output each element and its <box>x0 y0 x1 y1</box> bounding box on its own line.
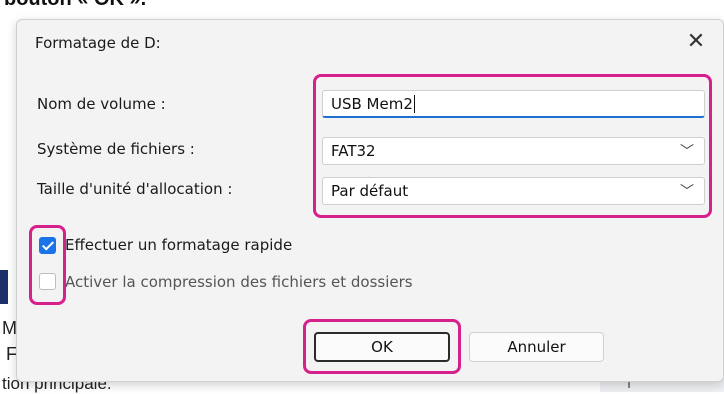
file-system-select[interactable]: FAT32 ﹀ <box>322 137 705 165</box>
volume-name-input[interactable]: USB Mem2 <box>322 90 705 118</box>
background-window-strip <box>0 270 8 304</box>
allocation-size-value: Par défaut <box>331 182 409 200</box>
cancel-button[interactable]: Annuler <box>469 332 604 362</box>
allocation-size-select[interactable]: Par défaut ﹀ <box>322 177 705 205</box>
close-button[interactable]: ✕ <box>683 28 709 54</box>
file-system-value: FAT32 <box>331 142 376 160</box>
format-dialog: Formatage de D: ✕ Nom de volume : USB Me… <box>16 19 724 382</box>
background-letter-m: M <box>2 318 17 338</box>
allocation-size-label: Taille d'unité d'allocation : <box>37 180 233 198</box>
file-system-label: Système de fichiers : <box>37 140 195 158</box>
volume-name-label: Nom de volume : <box>37 95 166 113</box>
ok-button[interactable]: OK <box>314 332 450 362</box>
quick-format-checkbox[interactable] <box>39 237 56 254</box>
close-icon: ✕ <box>686 28 706 54</box>
volume-name-value: USB Mem2 <box>331 94 413 113</box>
compression-label: Activer la compression des fichiers et d… <box>65 273 413 291</box>
compression-checkbox[interactable] <box>39 273 56 290</box>
text-caret <box>413 94 415 113</box>
chevron-down-icon: ﹀ <box>680 184 694 200</box>
background-top-text: bouton « OK ». <box>4 0 146 11</box>
chevron-down-icon: ﹀ <box>680 144 694 160</box>
quick-format-label: Effectuer un formatage rapide <box>65 236 293 254</box>
dialog-title: Formatage de D: <box>35 34 161 52</box>
